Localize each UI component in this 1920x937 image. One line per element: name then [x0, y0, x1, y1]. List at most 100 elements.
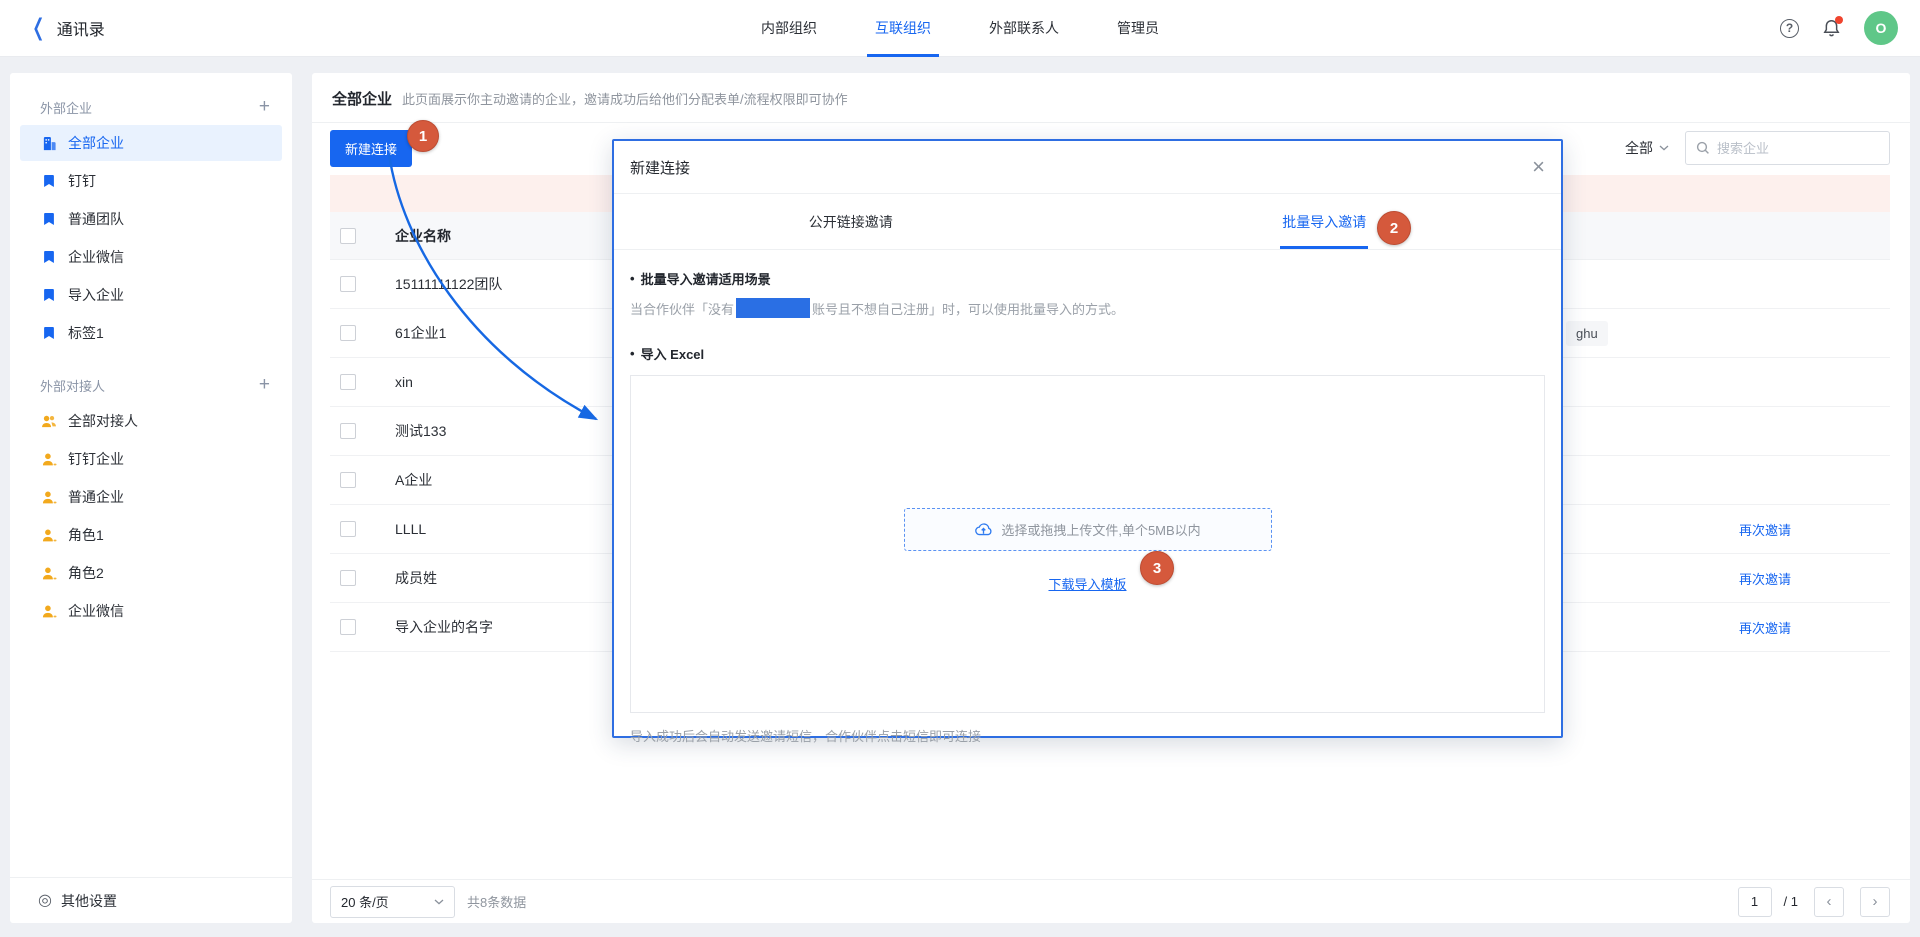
sidebar-item-label: 全部企业 — [68, 133, 124, 153]
modal-body: • 批量导入邀请适用场景 当合作伙伴「没有 账号且不想自己注册」时，可以使用批量… — [614, 250, 1561, 745]
top-tab-4[interactable]: 管理员 — [1101, 0, 1175, 57]
sidebar-item[interactable]: 钉钉企业 — [20, 441, 282, 477]
sidebar-item-label: 企业微信 — [68, 247, 124, 267]
new-connection-button[interactable]: 新建连接 — [330, 130, 412, 167]
modal-tabs: 公开链接邀请 批量导入邀请 — [614, 194, 1561, 250]
company-name: 导入企业的名字 — [395, 617, 493, 637]
sidebar-item[interactable]: 标签1 — [20, 315, 282, 351]
sidebar-item[interactable]: 角色2 — [20, 555, 282, 591]
people-icon — [41, 413, 57, 429]
gear-icon: ◎ — [38, 893, 52, 909]
row-checkbox[interactable] — [340, 570, 356, 586]
company-name: LLLL — [395, 521, 426, 537]
notification-bell-icon[interactable] — [1821, 18, 1842, 39]
search-box[interactable] — [1685, 131, 1890, 165]
prev-page-button[interactable]: ‹ — [1814, 887, 1844, 917]
building-icon — [41, 135, 57, 151]
sidebar-item[interactable]: 导入企业 — [20, 277, 282, 313]
person-icon — [41, 565, 57, 581]
row-checkbox[interactable] — [340, 521, 356, 537]
modal-header: 新建连接 × — [614, 141, 1561, 194]
row-checkbox[interactable] — [340, 472, 356, 488]
cloud-upload-icon — [974, 522, 993, 537]
modal-footer-note: 导入成功后会自动发送邀请短信，合作伙伴点击短信即可连接 — [630, 726, 1545, 745]
sidebar-item-label: 普通企业 — [68, 487, 124, 507]
topbar-right: ? O — [1780, 11, 1920, 45]
notification-dot — [1835, 16, 1843, 24]
company-name: xin — [395, 374, 413, 390]
annotation-step-2: 2 — [1377, 211, 1411, 245]
row-checkbox[interactable] — [340, 619, 356, 635]
tab-public-link-invite[interactable]: 公开链接邀请 — [614, 194, 1088, 249]
reinvite-link[interactable]: 再次邀请 — [1739, 569, 1791, 588]
annotation-step-1: 1 — [407, 120, 439, 152]
person-icon — [41, 451, 57, 467]
page-title: 通讯录 — [57, 16, 105, 40]
bookmark-icon — [41, 287, 57, 303]
bookmark-icon — [41, 249, 57, 265]
select-all-checkbox[interactable] — [340, 228, 356, 244]
row-checkbox[interactable] — [340, 423, 356, 439]
company-name: A企业 — [395, 470, 432, 490]
search-icon — [1696, 141, 1710, 155]
company-tag: ghu — [1566, 321, 1608, 346]
sidebar-section-title: 外部企业 — [40, 98, 92, 117]
company-name: 61企业1 — [395, 323, 446, 343]
section-title: 全部企业 — [332, 88, 392, 109]
back-nav[interactable]: ❬ 通讯录 — [0, 16, 105, 40]
redacted-block — [736, 298, 810, 318]
sidebar-item[interactable]: 普通企业 — [20, 479, 282, 515]
bookmark-icon — [41, 325, 57, 341]
top-tab-2[interactable]: 互联组织 — [859, 0, 947, 57]
bookmark-icon — [41, 173, 57, 189]
top-tab-1[interactable]: 内部组织 — [745, 0, 833, 57]
filter-dropdown[interactable]: 全部 — [1625, 138, 1669, 158]
company-name: 测试133 — [395, 421, 446, 441]
scene-description: 当合作伙伴「没有 账号且不想自己注册」时，可以使用批量导入的方式。 — [630, 298, 1545, 318]
page-number-input[interactable] — [1738, 887, 1772, 917]
download-template-link[interactable]: 下载导入模板 — [1048, 574, 1126, 593]
sidebar-section-title: 外部对接人 — [40, 376, 105, 395]
reinvite-link[interactable]: 再次邀请 — [1739, 520, 1791, 539]
sidebar-item[interactable]: 角色1 — [20, 517, 282, 553]
upload-dropzone[interactable]: 选择或拖拽上传文件,单个5MB以内 — [904, 508, 1272, 551]
import-area: 选择或拖拽上传文件,单个5MB以内 下载导入模板 — [630, 375, 1545, 713]
sidebar-item[interactable]: 全部对接人 — [20, 403, 282, 439]
chevron-down-icon — [434, 899, 444, 905]
row-checkbox[interactable] — [340, 325, 356, 341]
row-checkbox[interactable] — [340, 374, 356, 390]
sidebar-item-label: 角色1 — [68, 525, 104, 545]
chevron-down-icon — [1659, 145, 1669, 151]
close-icon[interactable]: × — [1532, 156, 1545, 178]
sidebar-section-header: 外部对接人 + — [10, 369, 292, 401]
avatar[interactable]: O — [1864, 11, 1898, 45]
tab-batch-import-invite[interactable]: 批量导入邀请 — [1088, 194, 1562, 249]
main-header: 全部企业 此页面展示你主动邀请的企业，邀请成功后给他们分配表单/流程权限即可协作 — [312, 73, 1910, 123]
row-checkbox[interactable] — [340, 276, 356, 292]
next-page-button[interactable]: › — [1860, 887, 1890, 917]
add-icon[interactable]: + — [259, 374, 270, 396]
sidebar: 外部企业+全部企业钉钉普通团队企业微信导入企业标签1外部对接人+全部对接人钉钉企… — [10, 73, 292, 923]
sidebar-item[interactable]: 全部企业 — [20, 125, 282, 161]
annotation-step-3: 3 — [1140, 551, 1174, 585]
total-count-label: 共8条数据 — [467, 892, 526, 911]
help-icon[interactable]: ? — [1780, 19, 1799, 38]
company-name: 15111111122团队 — [395, 274, 502, 294]
search-input[interactable] — [1717, 141, 1879, 156]
page-size-select[interactable]: 20 条/页 — [330, 886, 455, 918]
add-icon[interactable]: + — [259, 96, 270, 118]
sidebar-item[interactable]: 企业微信 — [20, 593, 282, 629]
new-connection-modal: 新建连接 × 公开链接邀请 批量导入邀请 • 批量导入邀请适用场景 当合作伙伴「… — [612, 139, 1563, 738]
sidebar-item[interactable]: 企业微信 — [20, 239, 282, 275]
sidebar-item-label: 角色2 — [68, 563, 104, 583]
back-chevron-icon: ❬ — [30, 17, 47, 40]
sidebar-item[interactable]: 普通团队 — [20, 201, 282, 237]
import-heading: • 导入 Excel — [630, 344, 1545, 363]
sidebar-item-other-settings[interactable]: ◎ 其他设置 — [10, 877, 292, 923]
reinvite-link[interactable]: 再次邀请 — [1739, 618, 1791, 637]
top-tab-3[interactable]: 外部联系人 — [973, 0, 1075, 57]
person-icon — [41, 603, 57, 619]
sidebar-item[interactable]: 钉钉 — [20, 163, 282, 199]
sidebar-item-label: 标签1 — [68, 323, 104, 343]
person-icon — [41, 489, 57, 505]
